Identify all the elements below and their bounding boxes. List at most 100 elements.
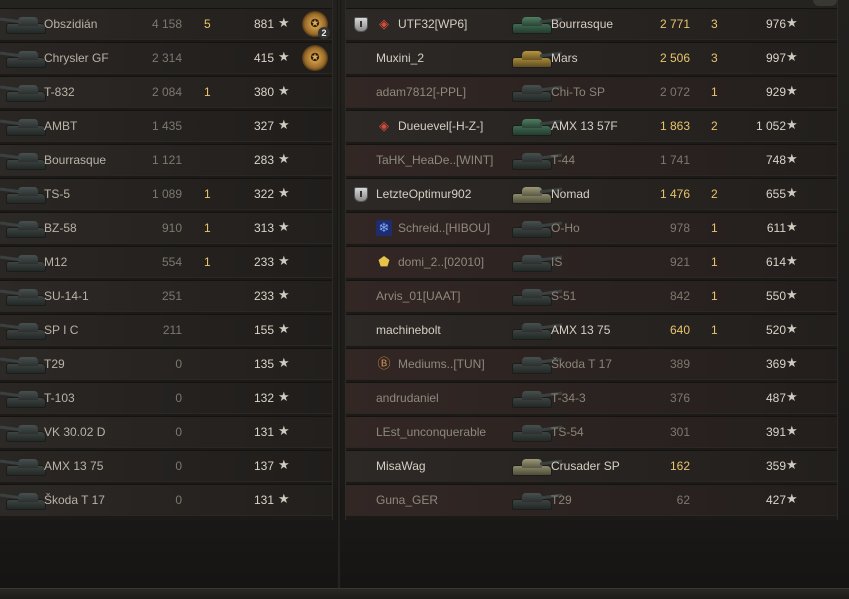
- xp-value: 131: [253, 493, 274, 507]
- frags-value: 1: [711, 221, 718, 235]
- tank-name: T-44: [551, 153, 576, 167]
- tank-name: SU-14-1: [44, 289, 89, 303]
- tank-name: S-51: [551, 289, 577, 303]
- tank-name: AMX 13 75: [44, 459, 104, 473]
- tank-name: BZ-58: [44, 221, 77, 235]
- damage-value: 2 506: [659, 51, 690, 65]
- table-row[interactable]: VK 30.02 D 0 131 ★: [0, 416, 332, 448]
- damage-value: 1 476: [659, 187, 690, 201]
- xp-value: 611: [766, 221, 786, 235]
- table-row[interactable]: AMX 13 75 0 137 ★: [0, 450, 332, 482]
- table-row[interactable]: Guna_GER T29 62 427 ★: [346, 484, 837, 516]
- star-icon: ★: [278, 151, 290, 166]
- table-row[interactable]: MisaWag Crusader SP 162 359 ★: [346, 450, 837, 482]
- table-row[interactable]: T-832 2 084 1 380 ★: [0, 76, 332, 108]
- table-row[interactable]: ◈ UTF32[WP6] Bourrasque 2 771 3 976 ★: [346, 8, 837, 40]
- table-row[interactable]: SU-14-1 251 233 ★: [0, 280, 332, 312]
- xp-value: 137: [253, 459, 274, 473]
- tank-turret: [522, 187, 542, 196]
- damage-value: 1 741: [659, 153, 690, 167]
- damage-value: 4 158: [151, 17, 182, 31]
- xp-value: 550: [765, 289, 786, 303]
- frags-value: 1: [204, 85, 211, 99]
- star-icon: ★: [786, 457, 798, 472]
- xp-value: 976: [765, 17, 786, 31]
- player-name: andrudaniel: [376, 391, 439, 405]
- table-row[interactable]: T-103 0 132 ★: [0, 382, 332, 414]
- damage-value: 0: [175, 391, 182, 405]
- tank-turret: [522, 425, 542, 434]
- tank-turret: [522, 255, 542, 264]
- table-row[interactable]: LetzteOptimur902 Nomad 1 476 2 655 ★: [346, 178, 837, 210]
- frags-value: 1: [204, 255, 211, 269]
- table-row[interactable]: Chrysler GF 2 314 415 ★ ✪: [0, 42, 332, 74]
- xp-value: 391: [765, 425, 786, 439]
- tank-name: TS-54: [551, 425, 584, 439]
- table-row[interactable]: BZ-58 910 1 313 ★: [0, 212, 332, 244]
- battle-results-page: Obszidián 4 158 5 881 ★ ✪ 2 Chrysler GF 2 314 415…: [0, 0, 849, 599]
- player-name: LetzteOptimur902: [376, 187, 472, 201]
- table-row[interactable]: M12 554 1 233 ★: [0, 246, 332, 278]
- table-row[interactable]: AMBT 1 435 327 ★: [0, 110, 332, 142]
- frags-value: 2: [711, 187, 718, 201]
- table-row[interactable]: machinebolt AMX 13 75 640 1 520 ★: [346, 314, 837, 346]
- damage-value: 301: [669, 425, 690, 439]
- table-row[interactable]: Arvis_01[UAAT] S-51 842 1 550 ★: [346, 280, 837, 312]
- xp-value: 929: [765, 85, 786, 99]
- medal-icon: Ⓑ: [377, 356, 391, 371]
- star-icon: ★: [278, 423, 290, 438]
- table-row[interactable]: ◈ Dueuevel[-H-Z-] AMX 13 57F 1 863 2 1 052 ★: [346, 110, 837, 142]
- table-row[interactable]: Muxini_2 Mars 2 506 3 997 ★: [346, 42, 837, 74]
- xp-value: 487: [765, 391, 786, 405]
- tank-turret: [522, 221, 542, 230]
- xp-value: 283: [253, 153, 274, 167]
- player-name: Mediums..[TUN]: [398, 357, 485, 371]
- table-row[interactable]: Bourrasque 1 121 283 ★: [0, 144, 332, 176]
- table-row[interactable]: Škoda T 17 0 131 ★: [0, 484, 332, 516]
- tank-turret: [522, 357, 542, 366]
- star-icon: ★: [786, 355, 798, 370]
- table-row[interactable]: adam7812[-PPL] Chi-To SP 2 072 1 929 ★: [346, 76, 837, 108]
- player-name: adam7812[-PPL]: [376, 85, 467, 99]
- table-row[interactable]: SP I C 211 155 ★: [0, 314, 332, 346]
- table-row[interactable]: ⬟ domi_2..[02010] IS 921 1 614 ★: [346, 246, 837, 278]
- tank-name: Škoda T 17: [551, 357, 612, 371]
- star-icon: ★: [278, 287, 290, 302]
- damage-value: 0: [175, 459, 182, 473]
- xp-value: 359: [765, 459, 786, 473]
- table-row[interactable]: LEst_unconquerable TS-54 301 391 ★: [346, 416, 837, 448]
- tank-name: TS-5: [44, 187, 71, 201]
- damage-value: 62: [676, 493, 690, 507]
- damage-value: 921: [669, 255, 690, 269]
- medal-icon[interactable]: ✪: [302, 45, 328, 71]
- player-name: machinebolt: [376, 323, 441, 337]
- table-row[interactable]: andrudaniel T-34-3 376 487 ★: [346, 382, 837, 414]
- star-icon: ★: [786, 423, 798, 438]
- table-row[interactable]: TaHK_HeaDe..[WINT] T-44 1 741 748 ★: [346, 144, 837, 176]
- damage-value: 2 084: [151, 85, 182, 99]
- table-row[interactable]: Ⓑ Mediums..[TUN] Škoda T 17 389 369 ★: [346, 348, 837, 380]
- xp-value: 655: [765, 187, 786, 201]
- xp-value: 132: [253, 391, 274, 405]
- xp-value: 233: [253, 255, 274, 269]
- xp-value: 155: [253, 323, 274, 337]
- medal-icon[interactable]: ✪ 2: [302, 11, 330, 39]
- table-row[interactable]: Obszidián 4 158 5 881 ★ ✪ 2: [0, 8, 332, 40]
- frags-value: 1: [204, 187, 211, 201]
- star-icon: ★: [786, 151, 798, 166]
- star-icon: ★: [278, 491, 290, 506]
- damage-value: 1 435: [151, 119, 182, 133]
- damage-value: 0: [175, 425, 182, 439]
- tank-name: AMX 13 75: [551, 323, 611, 337]
- tank-turret: [522, 153, 542, 162]
- tank-turret: [522, 119, 542, 128]
- star-icon: ★: [278, 15, 290, 30]
- table-row[interactable]: T29 0 135 ★: [0, 348, 332, 380]
- table-row[interactable]: TS-5 1 089 1 322 ★: [0, 178, 332, 210]
- xp-value: 327: [253, 119, 274, 133]
- frags-value: 1: [711, 323, 718, 337]
- tank-name: T-832: [44, 85, 75, 99]
- scroll-handle[interactable]: [813, 0, 837, 6]
- xp-value: 131: [253, 425, 274, 439]
- table-row[interactable]: ❄ Schreid..[HIBOU] O-Ho 978 1 611 ★: [346, 212, 837, 244]
